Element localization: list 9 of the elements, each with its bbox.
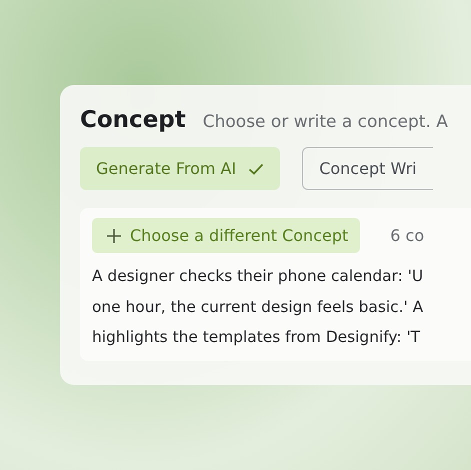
section-title: Concept bbox=[80, 107, 186, 133]
plus-icon bbox=[106, 228, 122, 244]
concept-count: 6 co bbox=[390, 226, 424, 245]
section-subtitle: Choose or write a concept. A bbox=[202, 112, 448, 132]
concept-text: A designer checks their phone calendar: 'U one hour, the current design feels basic.' A highlights the templates from Designify: 'T bbox=[92, 266, 424, 348]
mode-tab[interactable]: Generate From AI bbox=[80, 147, 280, 190]
check-icon bbox=[248, 162, 264, 174]
choose-concept-button[interactable]: Choose a different Concept bbox=[92, 218, 360, 253]
mode-tab[interactable]: Concept Wri bbox=[302, 147, 433, 190]
